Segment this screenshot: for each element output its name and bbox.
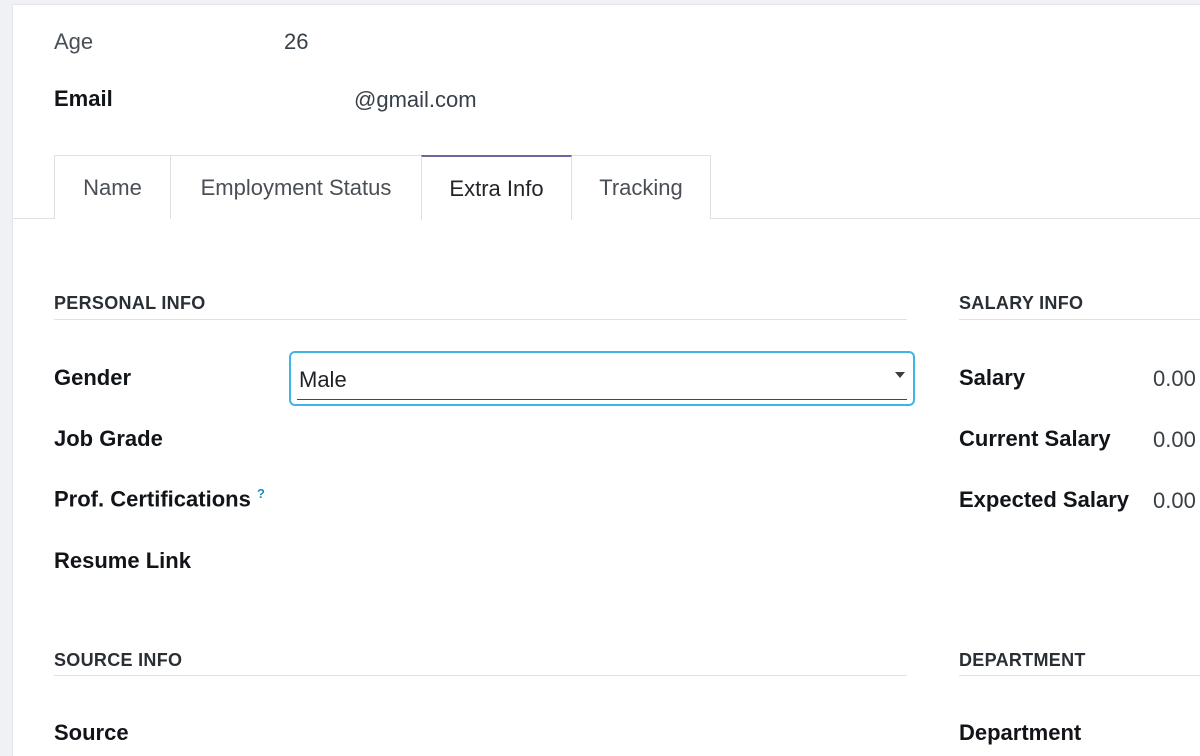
age-label: Age xyxy=(54,29,94,54)
department-rule xyxy=(959,675,1200,676)
tab-name-label: Name xyxy=(83,174,142,200)
redacted-block xyxy=(284,87,354,107)
certifications-label-text: Prof. Certifications xyxy=(54,486,251,512)
salary-value[interactable]: 0.00 xyxy=(1153,366,1196,392)
current-salary-label: Current Salary xyxy=(959,426,1111,451)
tab-extra-info-label: Extra Info xyxy=(449,175,544,201)
help-icon[interactable]: ? xyxy=(257,486,265,501)
email-domain: @gmail.com xyxy=(354,87,477,112)
age-value: 26 xyxy=(284,29,309,54)
personal-info-title: PERSONAL INFO xyxy=(54,293,206,313)
tab-tracking[interactable]: Tracking xyxy=(571,155,711,219)
gender-select-inner: Male xyxy=(297,357,907,400)
salary-info-rule xyxy=(959,319,1200,320)
salary-info-title: SALARY INFO xyxy=(959,293,1084,313)
resume-link-label: Resume Link xyxy=(54,548,191,573)
expected-salary-value[interactable]: 0.00 xyxy=(1153,488,1196,514)
tab-tracking-label: Tracking xyxy=(599,174,683,200)
tab-name[interactable]: Name xyxy=(54,155,171,219)
gender-select[interactable]: Male xyxy=(289,351,915,406)
salary-label: Salary xyxy=(959,365,1026,390)
email-label: Email xyxy=(54,86,113,111)
department-label: Department xyxy=(959,720,1082,745)
personal-info-rule xyxy=(54,319,907,320)
tab-employment-status-label: Employment Status xyxy=(200,174,392,200)
tab-extra-info[interactable]: Extra Info xyxy=(421,155,572,220)
caret-down-icon[interactable] xyxy=(895,372,905,378)
source-label: Source xyxy=(54,720,129,745)
source-info-title: SOURCE INFO xyxy=(54,650,183,670)
job-grade-label: Job Grade xyxy=(54,426,163,451)
current-salary-value[interactable]: 0.00 xyxy=(1153,427,1196,453)
gender-value: Male xyxy=(299,367,347,392)
email-value[interactable]: @gmail.com xyxy=(284,87,477,113)
certifications-label: Prof. Certifications ? xyxy=(54,486,265,512)
department-title: DEPARTMENT xyxy=(959,650,1086,670)
gender-label: Gender xyxy=(54,365,132,390)
expected-salary-label: Expected Salary xyxy=(959,487,1129,512)
source-info-rule xyxy=(54,675,907,676)
form-sheet: Age 26 Email @gmail.com Name Employment … xyxy=(12,4,1200,756)
tab-employment-status[interactable]: Employment Status xyxy=(170,155,422,219)
